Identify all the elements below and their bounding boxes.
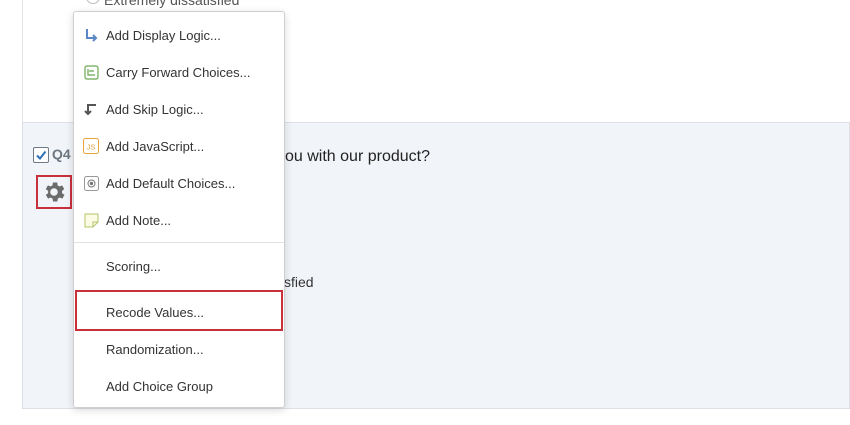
svg-text:JS: JS [87, 143, 96, 152]
left-rail [0, 0, 22, 425]
menu-item-scoring[interactable]: Scoring... [74, 251, 284, 281]
display-logic-icon [82, 26, 100, 44]
menu-item-label: Add Skip Logic... [106, 101, 204, 117]
skip-logic-icon [82, 100, 100, 118]
question-select-checkbox[interactable] [33, 147, 49, 163]
menu-item-label: Carry Forward Choices... [106, 64, 251, 80]
question-text[interactable]: ou with our product? [285, 148, 430, 166]
choice-label[interactable]: sfied [284, 274, 314, 290]
menu-item-label: Add JavaScript... [106, 138, 205, 154]
question-settings-button[interactable] [36, 175, 72, 209]
menu-item-add-choice-group[interactable]: Add Choice Group [74, 371, 284, 401]
menu-item-add-javascript[interactable]: JS Add JavaScript... [74, 131, 284, 161]
menu-item-label: Add Choice Group [106, 378, 213, 394]
note-icon [82, 211, 100, 229]
menu-item-label: Add Default Choices... [106, 175, 236, 191]
menu-item-label: Add Display Logic... [106, 27, 221, 43]
menu-item-label: Scoring... [106, 258, 161, 274]
menu-item-carry-forward-choices[interactable]: Carry Forward Choices... [74, 57, 284, 87]
javascript-icon: JS [82, 137, 100, 155]
menu-divider [74, 242, 284, 243]
menu-item-label: Add Note... [106, 212, 172, 228]
menu-item-add-note[interactable]: Add Note... [74, 205, 284, 235]
checkmark-icon [36, 150, 47, 161]
previous-choice-label: Extremely dissatisfied [104, 0, 240, 8]
default-choices-icon [82, 174, 100, 192]
question-settings-menu: Add Display Logic... Carry Forward Choic… [73, 11, 285, 408]
menu-item-label: Randomization... [106, 341, 204, 357]
question-number: Q4 [52, 146, 71, 162]
gear-icon [45, 182, 65, 202]
menu-item-add-default-choices[interactable]: Add Default Choices... [74, 168, 284, 198]
menu-item-randomization[interactable]: Randomization... [74, 334, 284, 364]
carry-forward-icon [82, 63, 100, 81]
menu-item-add-skip-logic[interactable]: Add Skip Logic... [74, 94, 284, 124]
recode-values-highlight [75, 290, 283, 331]
menu-item-add-display-logic[interactable]: Add Display Logic... [74, 20, 284, 50]
